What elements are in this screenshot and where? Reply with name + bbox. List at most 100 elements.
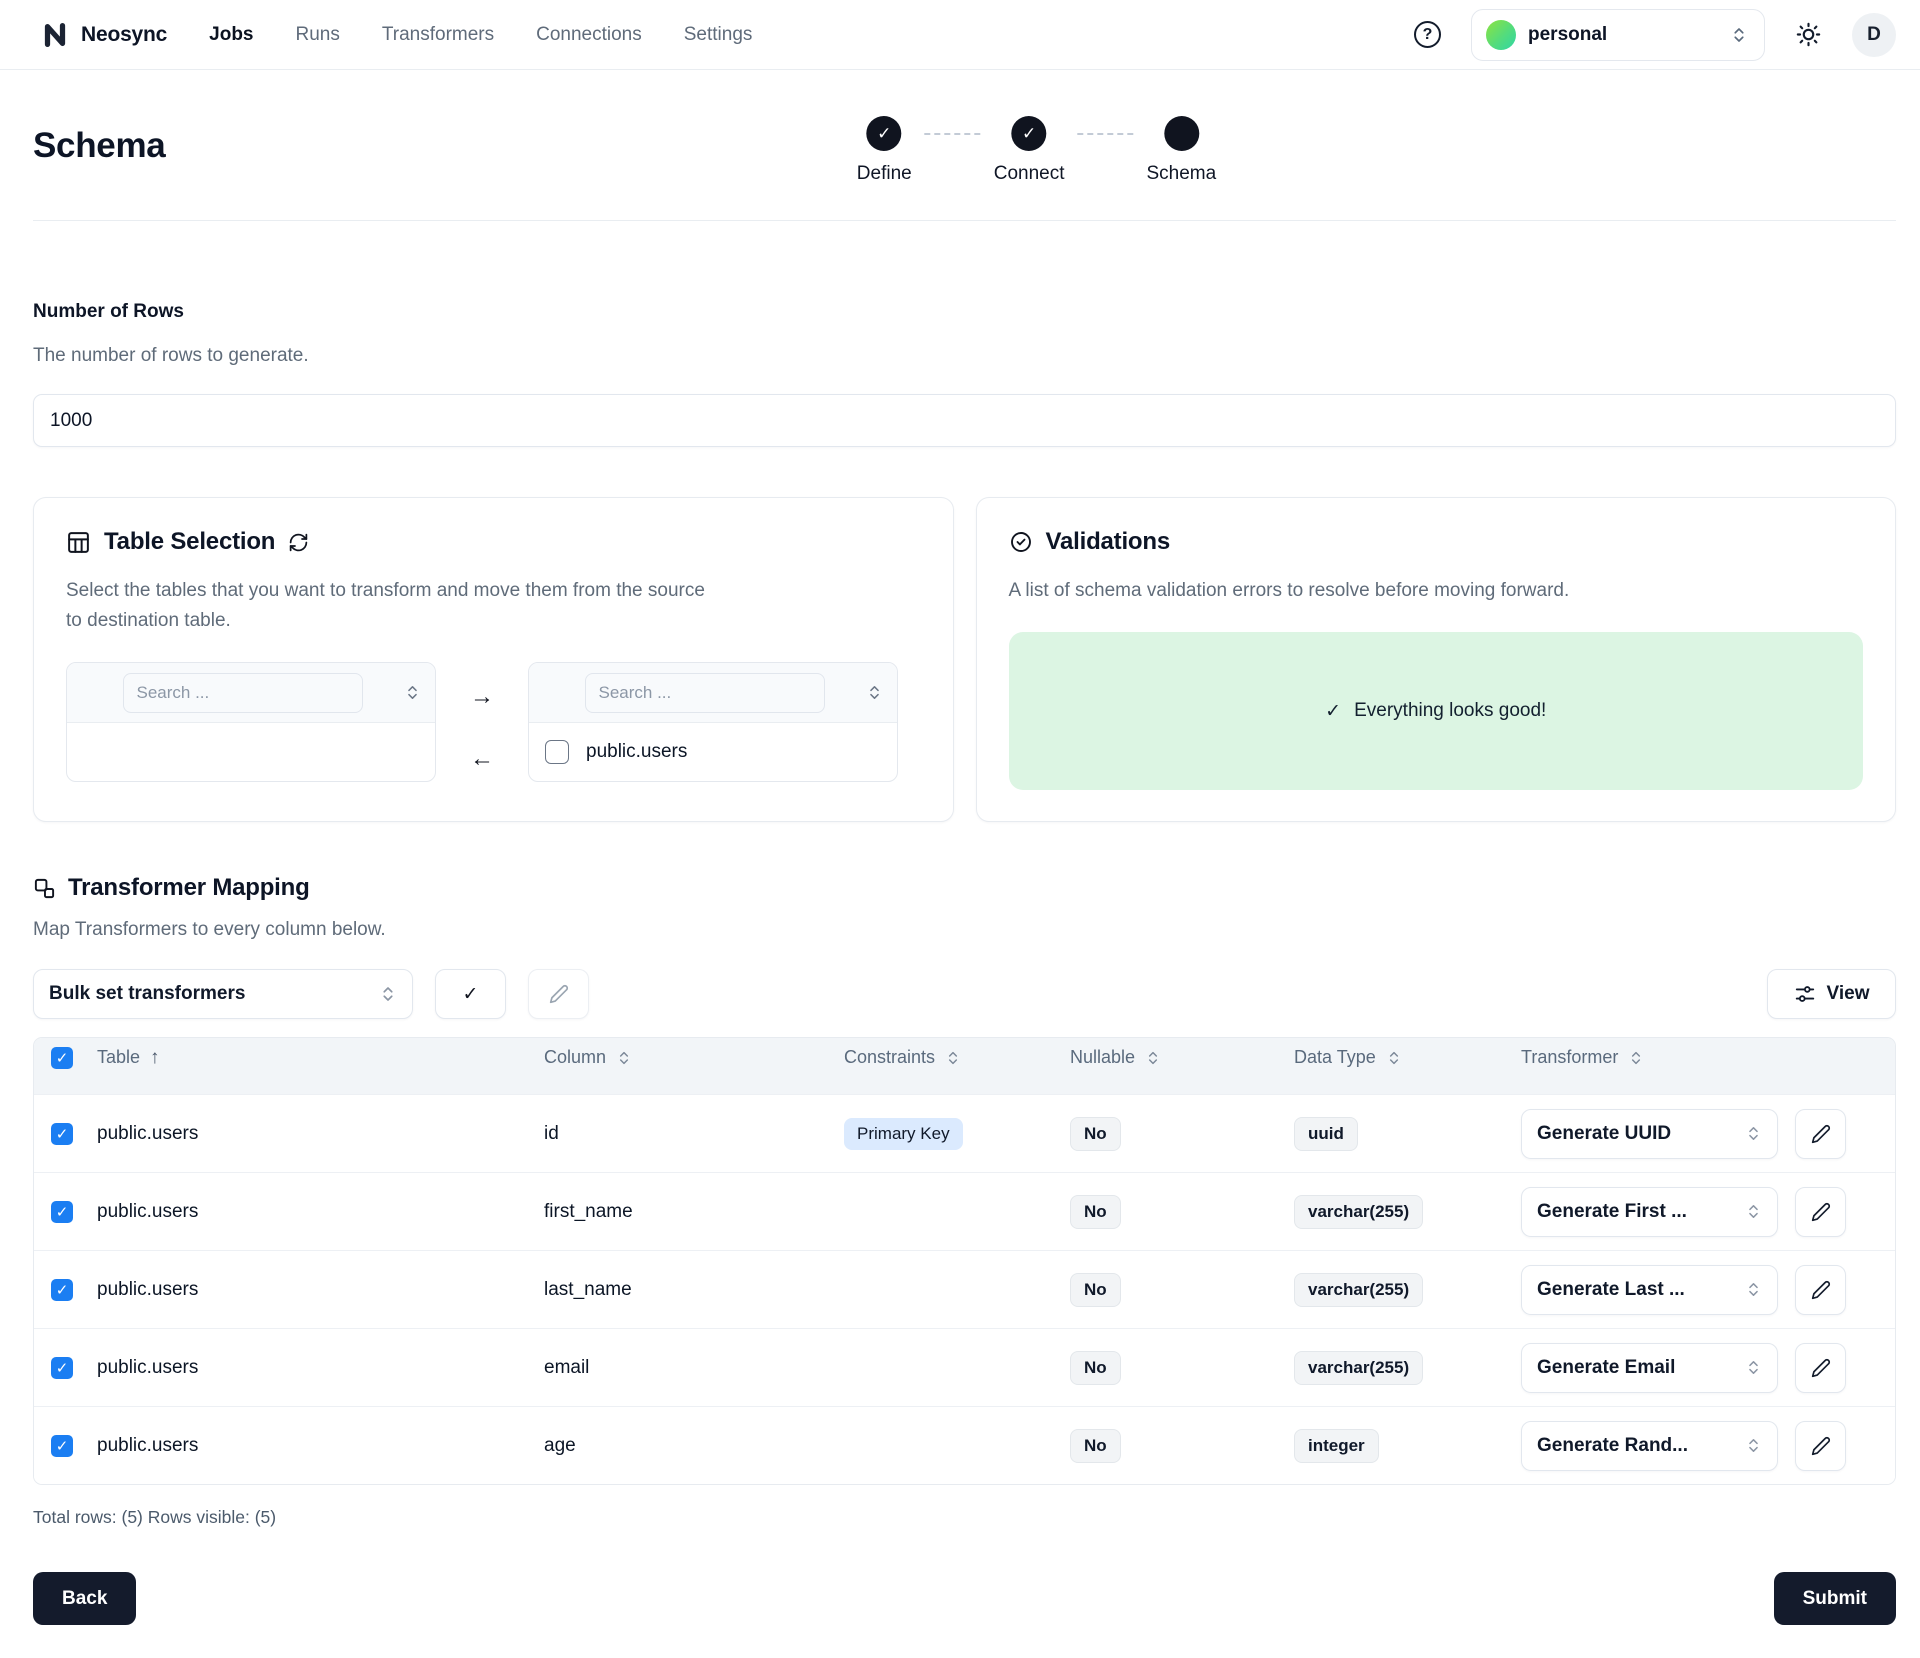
step-connector bbox=[925, 133, 981, 135]
move-left-arrow[interactable]: ← bbox=[470, 747, 494, 771]
table-header-row: ✓ Table ↑ Column Constraints bbox=[34, 1038, 1895, 1094]
header-nullable-col[interactable]: Nullable bbox=[1070, 1047, 1294, 1068]
submit-button[interactable]: Submit bbox=[1774, 1572, 1896, 1625]
table-selection-title: Table Selection bbox=[104, 528, 275, 556]
apply-bulk-button[interactable]: ✓ bbox=[435, 969, 506, 1019]
bulk-edit-button[interactable] bbox=[528, 969, 589, 1019]
header-transformer-col[interactable]: Transformer bbox=[1521, 1047, 1895, 1068]
nav-item-settings[interactable]: Settings bbox=[684, 24, 753, 46]
move-right-arrow[interactable]: → bbox=[470, 685, 494, 709]
datatype-badge: varchar(255) bbox=[1294, 1195, 1423, 1229]
number-of-rows-label: Number of Rows bbox=[33, 301, 1896, 323]
header-table-col[interactable]: Table ↑ bbox=[97, 1047, 544, 1069]
step-define[interactable]: ✓ Define bbox=[857, 116, 912, 185]
destination-search-input[interactable] bbox=[585, 673, 825, 713]
brand[interactable]: Neosync bbox=[40, 20, 167, 50]
transformer-select[interactable]: Generate Rand... bbox=[1521, 1421, 1778, 1471]
edit-transformer-button[interactable] bbox=[1795, 1421, 1846, 1471]
header-datatype-col[interactable]: Data Type bbox=[1294, 1047, 1521, 1068]
list-item: public.users bbox=[545, 740, 687, 764]
transformer-select[interactable]: Generate First ... bbox=[1521, 1187, 1778, 1237]
row-checkbox[interactable]: ✓ bbox=[51, 1279, 73, 1301]
chevron-up-down-icon bbox=[1745, 1359, 1762, 1376]
table-row: ✓ public.users id Primary Key No uuid Ge… bbox=[34, 1094, 1895, 1172]
sliders-icon bbox=[1794, 983, 1816, 1005]
number-of-rows-input[interactable] bbox=[33, 394, 1896, 447]
row-checkbox[interactable]: ✓ bbox=[51, 1357, 73, 1379]
edit-transformer-button[interactable] bbox=[1795, 1109, 1846, 1159]
table-summary: Total rows: (5) Rows visible: (5) bbox=[33, 1507, 1896, 1528]
header-column-col[interactable]: Column bbox=[544, 1047, 844, 1068]
step-schema[interactable]: Schema bbox=[1147, 116, 1217, 185]
account-switcher[interactable]: personal bbox=[1471, 9, 1765, 61]
table-selection-card: Table Selection Select the tables that y… bbox=[33, 497, 954, 822]
nav-item-jobs[interactable]: Jobs bbox=[209, 24, 253, 46]
header-divider bbox=[33, 220, 1896, 221]
transformer-select[interactable]: Generate UUID bbox=[1521, 1109, 1778, 1159]
nav-item-connections[interactable]: Connections bbox=[536, 24, 642, 46]
pencil-icon bbox=[1811, 1202, 1831, 1222]
view-columns-button[interactable]: View bbox=[1767, 969, 1896, 1019]
source-table-list bbox=[66, 662, 436, 782]
chevron-up-down-icon bbox=[1745, 1125, 1762, 1142]
row-checkbox[interactable]: ✓ bbox=[51, 1435, 73, 1457]
step-define-check-icon: ✓ bbox=[867, 116, 902, 151]
nullable-badge: No bbox=[1070, 1195, 1121, 1229]
number-of-rows-description: The number of rows to generate. bbox=[33, 345, 1896, 367]
bulk-set-transformers-select[interactable]: Bulk set transformers bbox=[33, 969, 413, 1019]
step-connect-check-icon: ✓ bbox=[1012, 116, 1047, 151]
sort-chevron-icon[interactable] bbox=[866, 684, 883, 701]
sort-ascending-icon: ↑ bbox=[150, 1047, 160, 1069]
nav-item-transformers[interactable]: Transformers bbox=[382, 24, 494, 46]
edit-transformer-button[interactable] bbox=[1795, 1265, 1846, 1315]
mapping-toolbar: Bulk set transformers ✓ bbox=[33, 969, 1896, 1019]
transformer-mapping-title: Transformer Mapping bbox=[68, 874, 310, 902]
table-grid-icon bbox=[66, 530, 91, 555]
row-checkbox[interactable]: ✓ bbox=[51, 1201, 73, 1223]
chevron-up-down-icon bbox=[1745, 1281, 1762, 1298]
datatype-badge: integer bbox=[1294, 1429, 1379, 1463]
back-button[interactable]: Back bbox=[33, 1572, 136, 1625]
mapping-blocks-icon bbox=[33, 877, 56, 900]
success-message: Everything looks good! bbox=[1354, 700, 1546, 722]
neosync-logo-icon bbox=[40, 20, 70, 50]
pencil-icon bbox=[549, 984, 569, 1004]
account-avatar-dot bbox=[1486, 20, 1516, 50]
datatype-badge: varchar(255) bbox=[1294, 1273, 1423, 1307]
select-all-checkbox[interactable]: ✓ bbox=[51, 1047, 73, 1069]
destination-item-checkbox[interactable] bbox=[545, 740, 569, 764]
account-name: personal bbox=[1528, 24, 1718, 46]
user-avatar[interactable]: D bbox=[1852, 13, 1896, 57]
primary-nav: Jobs Runs Transformers Connections Setti… bbox=[209, 24, 752, 46]
theme-toggle-sun-icon[interactable] bbox=[1795, 21, 1822, 48]
number-of-rows-section: Number of Rows The number of rows to gen… bbox=[33, 301, 1896, 447]
edit-transformer-button[interactable] bbox=[1795, 1343, 1846, 1393]
sort-chevron-icon bbox=[616, 1050, 632, 1066]
step-connect[interactable]: ✓ Connect bbox=[994, 116, 1065, 185]
source-list-body bbox=[67, 723, 435, 781]
refresh-icon[interactable] bbox=[288, 532, 309, 553]
pencil-icon bbox=[1811, 1124, 1831, 1144]
chevron-up-down-icon bbox=[379, 985, 397, 1003]
source-search-input[interactable] bbox=[123, 673, 363, 713]
validations-card: Validations A list of schema validation … bbox=[976, 497, 1897, 822]
sort-chevron-icon[interactable] bbox=[404, 684, 421, 701]
edit-transformer-button[interactable] bbox=[1795, 1187, 1846, 1237]
transformer-select[interactable]: Generate Last ... bbox=[1521, 1265, 1778, 1315]
validation-success-banner: ✓ Everything looks good! bbox=[1009, 632, 1864, 790]
nav-item-runs[interactable]: Runs bbox=[296, 24, 340, 46]
header-constraints-col[interactable]: Constraints bbox=[844, 1047, 1070, 1068]
sort-chevron-icon bbox=[945, 1050, 961, 1066]
datatype-badge: uuid bbox=[1294, 1117, 1358, 1151]
help-icon[interactable]: ? bbox=[1414, 21, 1441, 48]
success-check-icon: ✓ bbox=[1325, 700, 1341, 723]
sort-chevron-icon bbox=[1145, 1050, 1161, 1066]
chevron-up-down-icon bbox=[1730, 26, 1748, 44]
transformer-select[interactable]: Generate Email bbox=[1521, 1343, 1778, 1393]
pencil-icon bbox=[1811, 1436, 1831, 1456]
row-checkbox[interactable]: ✓ bbox=[51, 1123, 73, 1145]
table-row: ✓ public.users age No integer Generate R… bbox=[34, 1406, 1895, 1484]
nullable-badge: No bbox=[1070, 1273, 1121, 1307]
nullable-badge: No bbox=[1070, 1117, 1121, 1151]
top-nav: Neosync Jobs Runs Transformers Connectio… bbox=[0, 0, 1920, 70]
